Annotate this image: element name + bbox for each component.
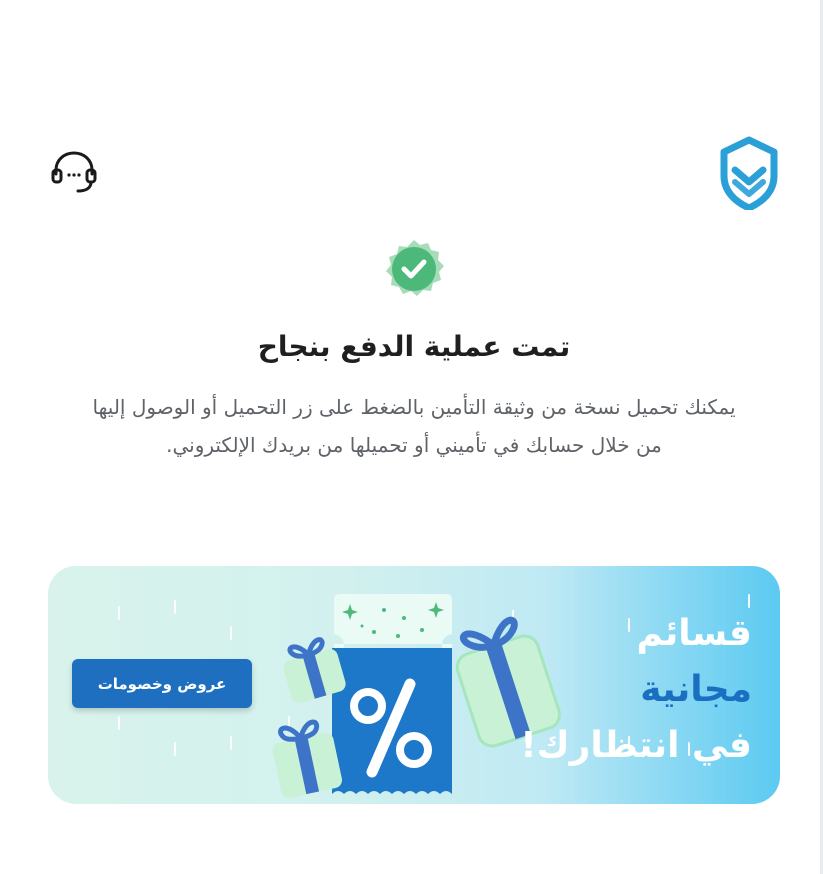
shield-check-icon bbox=[720, 136, 778, 210]
headset-support-icon[interactable] bbox=[50, 148, 98, 196]
top-header bbox=[0, 130, 820, 220]
headline-line-1: قسائم bbox=[636, 613, 752, 654]
vouchers-promo-banner[interactable]: قسائم مجانية في انتظارك! عروض وخصومات bbox=[48, 566, 780, 804]
headline-line-2: مجانية bbox=[640, 669, 752, 710]
payment-success-title: تمت عملية الدفع بنجاح bbox=[257, 330, 571, 363]
offers-discounts-button[interactable]: عروض وخصومات bbox=[72, 659, 252, 708]
success-check-badge-icon bbox=[386, 240, 444, 296]
policy-download-description: يمكنك تحميل نسخة من وثيقة التأمين بالضغط… bbox=[92, 395, 736, 457]
headline-line-3: في انتظارك! bbox=[520, 725, 752, 766]
banner-headline: قسائم مجانية في انتظارك! bbox=[492, 606, 752, 774]
